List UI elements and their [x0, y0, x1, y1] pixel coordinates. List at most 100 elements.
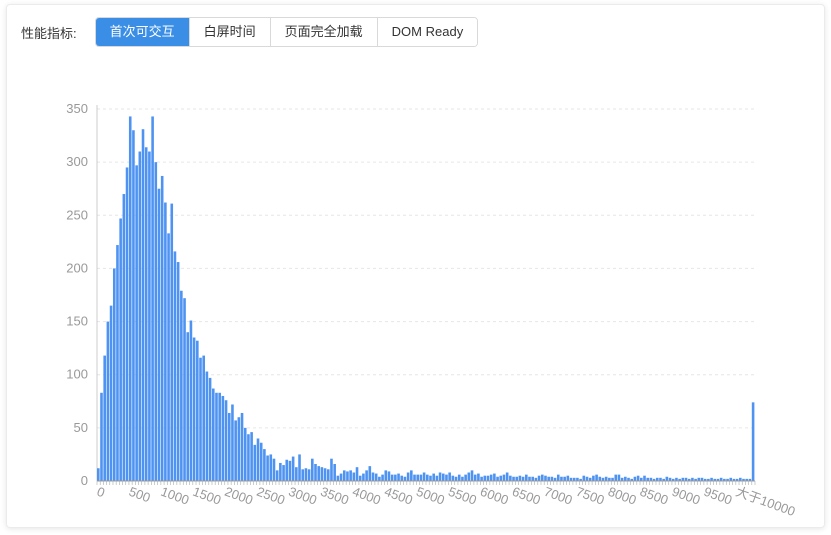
histogram-bar — [560, 476, 563, 481]
histogram-bar — [128, 116, 132, 481]
histogram-bar — [259, 442, 263, 481]
y-tick-label: 200 — [66, 260, 88, 275]
histogram-bar — [112, 268, 116, 481]
histogram-bar — [419, 474, 423, 481]
histogram-bar — [173, 251, 177, 481]
histogram-bar — [362, 473, 365, 481]
histogram-bar — [243, 427, 247, 481]
histogram-bar — [221, 395, 225, 481]
histogram-bar — [100, 392, 103, 481]
histogram-bar — [311, 458, 314, 481]
histogram-bar — [547, 476, 550, 481]
histogram-bar — [400, 475, 404, 481]
y-tick-label: 350 — [66, 101, 88, 116]
histogram-bar — [592, 475, 595, 481]
histogram-bar — [438, 472, 442, 481]
histogram-bar — [317, 466, 320, 481]
histogram-bar — [451, 475, 455, 481]
histogram-bar — [537, 475, 541, 481]
histogram-bar — [556, 474, 560, 481]
histogram-bar — [189, 320, 193, 481]
histogram-bar — [282, 465, 285, 481]
histogram-bar — [643, 475, 646, 481]
histogram-bar — [614, 474, 618, 481]
histogram-bar — [470, 470, 474, 481]
histogram-bar — [170, 203, 174, 481]
histogram-bar — [320, 467, 324, 481]
x-tick-label: 500 — [127, 484, 153, 506]
histogram-bar — [176, 262, 180, 481]
histogram-bar — [132, 130, 135, 481]
histogram-bar — [202, 355, 206, 481]
histogram-bar — [544, 475, 547, 481]
histogram-bar — [355, 467, 359, 481]
histogram-bar — [422, 472, 426, 481]
histogram-bar — [387, 471, 391, 481]
histogram-bar — [256, 438, 260, 481]
histogram-bar — [218, 392, 221, 481]
histogram-bar — [323, 468, 327, 481]
histogram-bar — [461, 476, 464, 481]
histogram-bar — [205, 371, 209, 481]
histogram-bar — [477, 473, 480, 481]
histogram-bar — [624, 476, 627, 481]
histogram-bar — [595, 474, 598, 481]
x-tick-label: 大于10000 — [734, 484, 798, 519]
histogram-bar — [346, 471, 349, 481]
histogram-bar — [486, 475, 490, 481]
histogram-bar — [448, 472, 451, 481]
x-tick-label: 7000 — [542, 484, 574, 508]
histogram-bar — [525, 474, 528, 481]
histogram-bar — [144, 147, 148, 481]
histogram-bar — [566, 475, 570, 481]
histogram-bar — [371, 472, 375, 481]
histogram-bar — [336, 475, 340, 481]
histogram-bar — [515, 476, 519, 481]
histogram-bar — [381, 474, 384, 481]
histogram-bar — [585, 476, 589, 481]
histogram-bar — [138, 151, 142, 481]
histogram-bar — [467, 472, 471, 481]
histogram-bar — [298, 454, 301, 481]
histogram-bar — [378, 476, 381, 481]
x-tick-label: 3000 — [287, 484, 319, 508]
histogram-bar — [349, 470, 352, 481]
histogram-bar — [266, 455, 269, 481]
histogram-bar — [141, 129, 145, 482]
histogram-bar — [413, 474, 416, 481]
histogram-bar — [326, 469, 330, 481]
histogram-bar — [167, 233, 170, 481]
histogram-bar — [582, 475, 586, 481]
histogram-bar — [457, 474, 461, 481]
x-tick-label: 6500 — [510, 484, 542, 508]
histogram-bar — [227, 412, 231, 481]
histogram-bar — [333, 463, 336, 481]
histogram-bar — [314, 463, 317, 481]
histogram-bar — [301, 469, 305, 481]
histogram-bar — [180, 290, 183, 481]
histogram-bar — [426, 474, 429, 481]
x-tick-label: 0 — [95, 484, 107, 501]
histogram-bar — [285, 459, 289, 481]
x-tick-label: 1500 — [191, 484, 223, 508]
histogram-bar — [279, 462, 282, 481]
histogram-bar — [416, 474, 420, 481]
histogram-bar — [231, 404, 234, 481]
histogram-bar — [224, 400, 228, 481]
histogram-bar — [272, 458, 276, 481]
histogram-bar — [403, 476, 407, 481]
histogram-bar — [358, 475, 362, 481]
histogram-bar — [183, 298, 186, 481]
histogram-bar — [480, 476, 483, 481]
histogram-bar — [307, 469, 311, 481]
histogram-bar — [295, 467, 298, 481]
histogram-bar — [598, 476, 602, 481]
y-tick-label: 50 — [74, 420, 88, 435]
histogram-bar — [352, 472, 356, 481]
x-tick-label: 9000 — [670, 484, 702, 508]
histogram-chart: 0501001502002503003500 500 1000 1500 2000 250… — [66, 101, 798, 519]
histogram-bar — [496, 476, 499, 481]
x-tick-label: 5000 — [414, 484, 446, 508]
histogram-bar — [365, 470, 368, 481]
histogram-bar — [192, 337, 196, 481]
